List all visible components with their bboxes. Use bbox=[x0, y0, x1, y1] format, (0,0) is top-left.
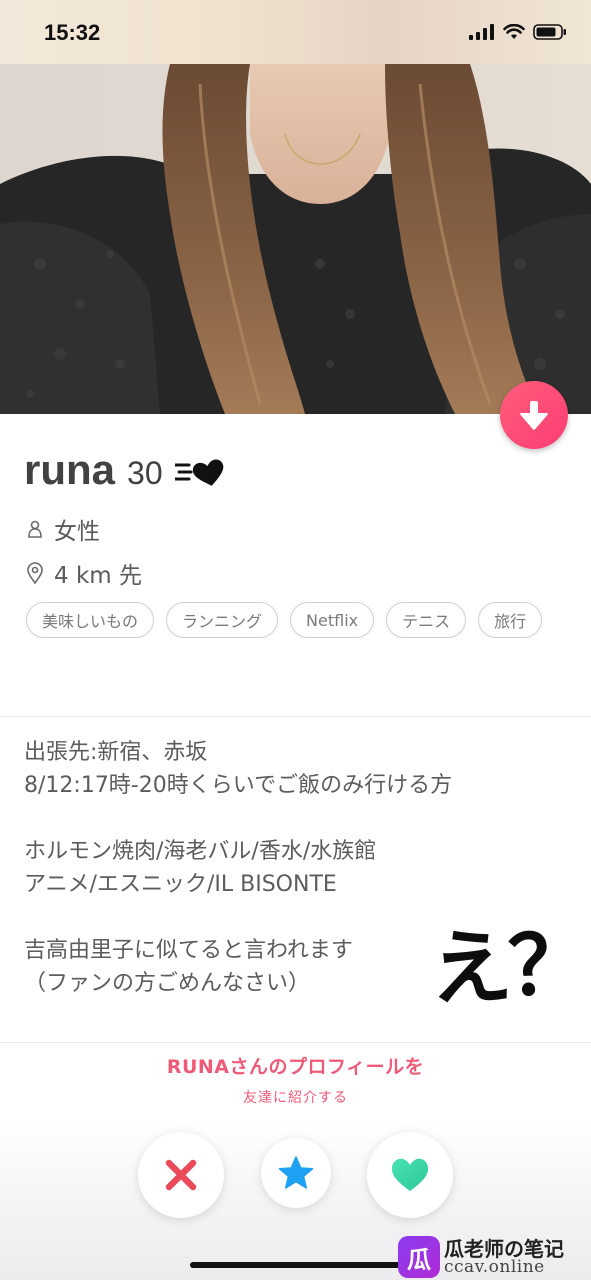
interest-tag: ランニング bbox=[166, 602, 279, 638]
heart-icon bbox=[391, 1158, 429, 1191]
battery-icon bbox=[533, 24, 566, 40]
distance-text: 4 km 先 bbox=[54, 563, 142, 589]
watermark-logo: 瓜 bbox=[398, 1236, 440, 1278]
status-icons bbox=[469, 24, 567, 40]
interest-tags: 美味しいもの ランニング Netflix テニス 旅行 bbox=[26, 602, 566, 638]
location-pin-icon bbox=[27, 562, 43, 584]
gender-line: 女性 bbox=[26, 512, 100, 546]
interest-tag: 旅行 bbox=[478, 602, 543, 638]
interest-tag: テニス bbox=[386, 602, 467, 638]
watermark-title: 瓜老师の笔记 bbox=[444, 1236, 564, 1261]
name-row: runa 30 bbox=[24, 446, 227, 494]
section-divider bbox=[0, 1042, 591, 1043]
distance-line: 4 km 先 bbox=[26, 556, 142, 590]
share-title: RUNAさんのプロフィールを bbox=[166, 1056, 425, 1078]
nope-button[interactable] bbox=[138, 1132, 224, 1218]
share-profile-link[interactable]: RUNAさんのプロフィールを 友達に紹介する bbox=[0, 1052, 591, 1107]
bio-paragraph: ホルモン焼肉/海老バル/香水/水族館 アニメ/エスニック/IL BISONTE bbox=[24, 835, 569, 901]
speed-heart-icon bbox=[174, 459, 223, 486]
status-time: 15:32 bbox=[44, 20, 101, 45]
super-like-button[interactable] bbox=[261, 1138, 331, 1208]
star-icon bbox=[278, 1156, 314, 1189]
interest-tag: 美味しいもの bbox=[26, 602, 155, 638]
profile-photo[interactable] bbox=[0, 64, 591, 414]
share-subtitle: 友達に紹介する bbox=[243, 1090, 348, 1106]
cellular-signal-icon bbox=[469, 24, 494, 40]
profile-photo-image bbox=[0, 64, 591, 414]
interest-tag: Netflix bbox=[290, 602, 375, 638]
bio-line: 出張先:新宿、赤坂 bbox=[24, 740, 208, 765]
section-divider bbox=[0, 716, 591, 717]
handwritten-annotation: え？ bbox=[428, 916, 588, 1018]
status-bar: 15:32 bbox=[0, 0, 591, 64]
wifi-icon bbox=[503, 24, 525, 39]
arrow-down-icon bbox=[520, 401, 548, 430]
bio-line: アニメ/エスニック/IL BISONTE bbox=[24, 872, 337, 897]
close-profile-button[interactable] bbox=[500, 381, 568, 449]
person-icon bbox=[28, 520, 42, 538]
x-icon bbox=[165, 1159, 197, 1191]
bio-line: 8/12:17時-20時くらいでご飯のみ行ける方 bbox=[24, 773, 453, 798]
watermark: 瓜 瓜老师の笔记 ccav.online bbox=[398, 1236, 564, 1278]
bio-line: （ファンの方ごめんなさい） bbox=[24, 971, 311, 996]
home-indicator bbox=[190, 1262, 402, 1268]
bio-paragraph: 出張先:新宿、赤坂 8/12:17時-20時くらいでご飯のみ行ける方 bbox=[24, 736, 569, 802]
like-button[interactable] bbox=[367, 1132, 453, 1218]
watermark-url: ccav.online bbox=[444, 1256, 545, 1277]
bio-line: 吉高由里子に似てると言われます bbox=[24, 938, 353, 963]
bio-line: ホルモン焼肉/海老バル/香水/水族館 bbox=[24, 839, 377, 864]
profile-screen: 15:32 runa 30 女性 4 km 先 美味しいもの ランニング Net… bbox=[0, 0, 591, 1280]
profile-age: 30 bbox=[127, 455, 163, 491]
gender-text: 女性 bbox=[54, 519, 100, 545]
watermark-text: 瓜老师の笔记 ccav.online bbox=[444, 1239, 564, 1276]
profile-name: runa bbox=[24, 446, 116, 493]
